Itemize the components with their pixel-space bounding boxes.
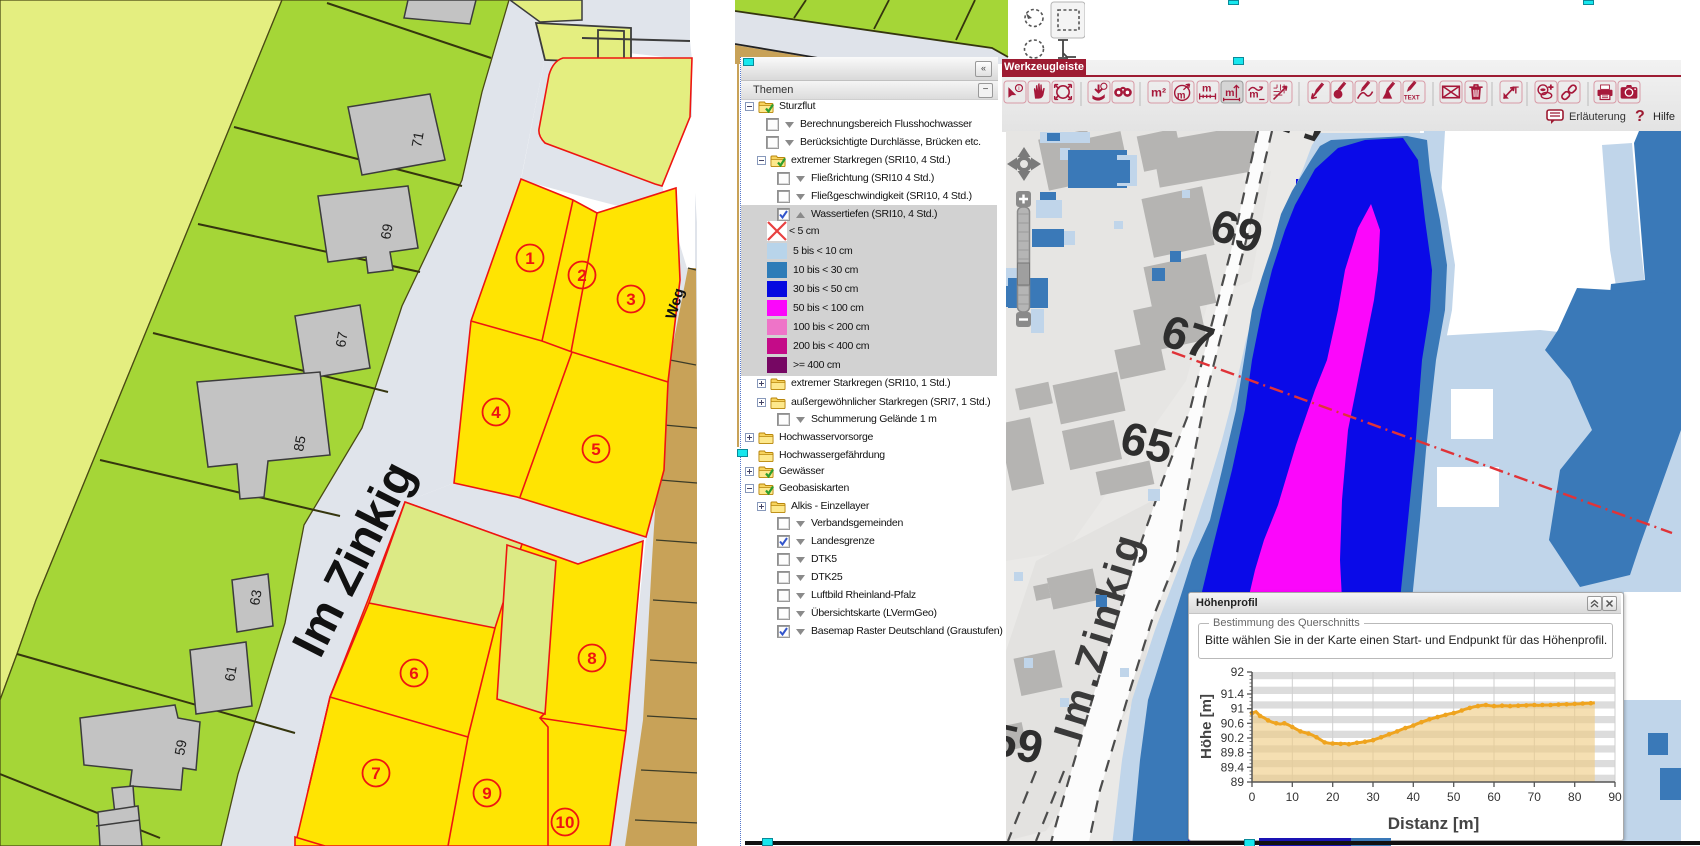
svg-text:67: 67 [332,330,350,348]
svg-text:90: 90 [1608,790,1622,804]
svg-text:91: 91 [1231,702,1245,716]
svg-text:61: 61 [221,664,239,682]
svg-text:30: 30 [1366,790,1380,804]
svg-text:50: 50 [1447,790,1461,804]
svg-text:1: 1 [525,249,534,268]
svg-text:m: m [1225,87,1234,99]
svg-text:4: 4 [491,403,501,422]
svg-text:71: 71 [408,130,426,148]
svg-text:Distanz [m]: Distanz [m] [1388,814,1480,833]
svg-text:20: 20 [1326,790,1340,804]
svg-text:3: 3 [626,290,635,309]
svg-text:91.4: 91.4 [1221,687,1245,701]
svg-text:63: 63 [246,588,264,606]
svg-text:40: 40 [1407,790,1421,804]
svg-text:8: 8 [587,649,596,668]
svg-text:Höhe [m]: Höhe [m] [1198,694,1215,759]
svg-text:70: 70 [1528,790,1542,804]
svg-text:7: 7 [371,764,380,783]
svg-text:10: 10 [556,813,575,832]
svg-text:89.4: 89.4 [1221,760,1245,774]
svg-text:0: 0 [1249,790,1256,804]
svg-text:90.6: 90.6 [1221,716,1245,730]
svg-text:92: 92 [1231,665,1245,679]
svg-text:59: 59 [171,738,189,756]
svg-text:m: m [1177,91,1186,102]
svg-text:i: i [1018,85,1019,92]
svg-text:m: m [1202,83,1211,95]
svg-text:89: 89 [1231,775,1245,789]
svg-text:10: 10 [1286,790,1300,804]
svg-text:6: 6 [409,664,418,683]
svg-text:5: 5 [591,440,600,459]
svg-text:TEXT: TEXT [1404,94,1420,101]
svg-text:9: 9 [482,784,491,803]
svg-text:69: 69 [377,222,395,240]
svg-text:90.2: 90.2 [1221,731,1245,745]
svg-text:m²: m² [1151,85,1166,99]
svg-text:89.8: 89.8 [1221,746,1245,760]
svg-text:85: 85 [290,434,308,452]
svg-text:80: 80 [1568,790,1582,804]
svg-text:2: 2 [577,266,586,285]
svg-text:60: 60 [1487,790,1501,804]
svg-text:T: T [1513,85,1519,96]
